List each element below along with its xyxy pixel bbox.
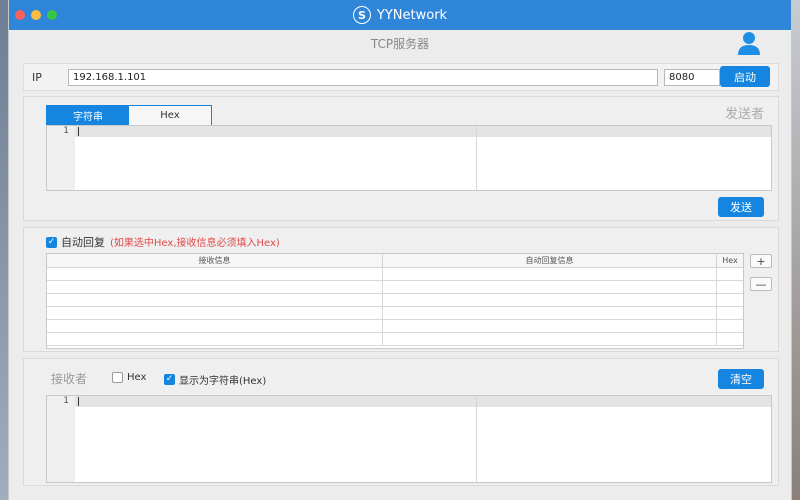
page-title: TCP服务器 (370, 36, 430, 51)
connection-row: IP 启动 (23, 63, 779, 91)
window-controls (15, 10, 57, 20)
close-window-button[interactable] (15, 10, 25, 20)
port-input[interactable] (664, 68, 720, 86)
table-body (47, 268, 743, 346)
auto-reply-table: 接收信息 自动回复信息 Hex (46, 253, 744, 349)
sender-label: 发送者 (724, 107, 764, 122)
hex-option-checkbox[interactable]: Hex (112, 372, 146, 383)
column-receive-info[interactable]: 接收信息 (47, 254, 384, 267)
ip-input[interactable] (68, 68, 658, 86)
receive-editor[interactable]: 1 (46, 395, 772, 483)
table-row[interactable] (47, 333, 743, 346)
table-cell[interactable] (47, 307, 384, 319)
table-cell[interactable] (383, 268, 718, 280)
start-button[interactable]: 启动 (720, 66, 770, 87)
table-cell[interactable] (383, 294, 718, 306)
table-header: 接收信息 自动回复信息 Hex (47, 254, 743, 268)
editor-divider (476, 126, 477, 190)
table-cell[interactable] (717, 320, 743, 332)
app-title: S YYNetwork (352, 6, 448, 24)
table-cell[interactable] (47, 294, 384, 306)
tab-hex[interactable]: Hex (129, 106, 211, 125)
line-number: 1 (63, 126, 69, 136)
line-gutter: 1 (47, 396, 75, 482)
table-cell[interactable] (383, 307, 718, 319)
checkbox-unchecked-icon (112, 372, 123, 383)
hex-hint: (如果选中Hex,接收信息必须填入Hex) (110, 238, 280, 249)
column-hex[interactable]: Hex (717, 254, 743, 267)
auto-reply-checkbox[interactable]: ✓ 自动回复 (46, 234, 105, 250)
auto-reply-label: 自动回复 (61, 236, 105, 249)
string-option-checkbox[interactable]: ✓ 显示为字符串(Hex) (164, 372, 266, 387)
ip-label: IP (32, 70, 42, 84)
send-panel: 字符串 Hex 发送者 1 发送 (23, 96, 779, 221)
add-row-button[interactable]: + (750, 254, 772, 268)
table-cell[interactable] (383, 281, 718, 293)
string-option-label: 显示为字符串(Hex) (179, 376, 267, 387)
app-title-text: YYNetwork (376, 7, 448, 23)
table-cell[interactable] (47, 333, 384, 345)
checkbox-checked-icon: ✓ (164, 374, 175, 385)
table-row[interactable] (47, 281, 743, 294)
table-cell[interactable] (383, 320, 718, 332)
table-row[interactable] (47, 320, 743, 333)
table-cell[interactable] (717, 294, 743, 306)
send-editor[interactable]: 1 (46, 125, 772, 191)
table-cell[interactable] (47, 268, 384, 280)
remove-row-button[interactable]: — (750, 277, 772, 291)
title-bar: S YYNetwork (9, 0, 791, 30)
table-cell[interactable] (717, 307, 743, 319)
line-gutter: 1 (47, 126, 75, 190)
receiver-label: 接收者 (51, 372, 88, 386)
table-row[interactable] (47, 268, 743, 281)
send-button[interactable]: 发送 (718, 197, 764, 217)
table-cell[interactable] (717, 281, 743, 293)
text-cursor (78, 127, 79, 136)
checkbox-checked-icon: ✓ (46, 236, 57, 248)
send-mode-tabs: 字符串 Hex (46, 105, 212, 126)
clear-button[interactable]: 清空 (718, 369, 764, 389)
table-cell[interactable] (47, 320, 384, 332)
auto-reply-panel: ✓ 自动回复 (如果选中Hex,接收信息必须填入Hex) 接收信息 自动回复信息… (23, 227, 779, 352)
table-cell[interactable] (717, 333, 743, 345)
table-cell[interactable] (47, 281, 384, 293)
table-cell[interactable] (383, 333, 718, 345)
maximize-window-button[interactable] (47, 10, 57, 20)
table-row[interactable] (47, 294, 743, 307)
table-cell[interactable] (717, 268, 743, 280)
minimize-window-button[interactable] (31, 10, 41, 20)
text-cursor (78, 397, 79, 406)
table-row[interactable] (47, 307, 743, 320)
editor-divider (476, 396, 477, 482)
subheader: TCP服务器 (9, 30, 791, 56)
line-number: 1 (63, 396, 69, 406)
current-line-highlight (75, 126, 771, 137)
app-window: S YYNetwork TCP服务器 IP 启动 字符串 Hex 发送者 1 (8, 0, 792, 500)
tab-string[interactable]: 字符串 (47, 106, 129, 125)
user-icon[interactable] (737, 30, 761, 56)
current-line-highlight (75, 396, 771, 407)
column-reply-info[interactable]: 自动回复信息 (383, 254, 718, 267)
hex-option-label: Hex (127, 372, 147, 383)
receive-panel: 接收者 Hex ✓ 显示为字符串(Hex) 清空 1 (23, 358, 779, 486)
app-logo-icon: S (352, 6, 371, 24)
